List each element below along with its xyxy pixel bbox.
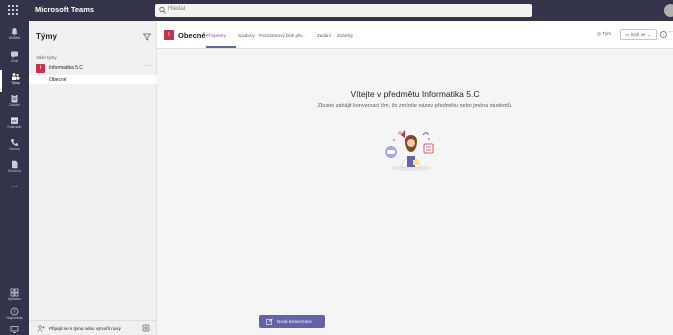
- welcome-subtitle: Zkuste zahájit konverzaci tím, že zmínít…: [317, 103, 513, 109]
- new-conversation-label: Nová konverzace: [277, 319, 312, 324]
- rail-label: Hovory: [8, 147, 21, 151]
- calendar-icon: [11, 117, 18, 124]
- rail-label: Soubory: [7, 169, 22, 173]
- compose-icon: [266, 318, 273, 325]
- search-placeholder: Hledat: [168, 6, 186, 12]
- rail-label: Aktivita: [8, 36, 21, 40]
- tab-files[interactable]: Soubory: [238, 33, 255, 38]
- rail-item-activity[interactable]: Aktivita: [0, 25, 29, 47]
- more-options-icon[interactable]: ···: [668, 29, 673, 35]
- rail-label: Nápověda: [6, 316, 23, 320]
- main-content: Vítejte v předmětu Informatika 5.C Zkust…: [157, 49, 673, 335]
- app-rail: Aktivita Chat Týmy Zadání Kalendář Hovor…: [0, 21, 29, 335]
- teams-icon: [12, 73, 20, 80]
- device-icon: [10, 326, 19, 333]
- welcome-title: Vítejte v předmětu Informatika 5.C: [350, 89, 480, 99]
- search-box[interactable]: Hledat: [155, 4, 532, 17]
- gear-icon[interactable]: [142, 324, 150, 332]
- channel-avatar: I: [164, 30, 174, 40]
- rail-item-device[interactable]: [0, 323, 29, 335]
- search-icon: [159, 6, 166, 14]
- app-title: Microsoft Teams: [35, 5, 95, 14]
- tab-posts[interactable]: Příspěvky: [206, 33, 226, 38]
- team-item[interactable]: I Informatika 5.C ···: [29, 63, 157, 74]
- app-launcher-icon[interactable]: [8, 5, 19, 16]
- rail-item-calls[interactable]: Hovory: [0, 136, 29, 158]
- rail-label: Aplikace: [7, 297, 22, 301]
- rail-item-teams[interactable]: Týmy: [0, 70, 29, 92]
- team-avatar: I: [36, 64, 45, 73]
- new-conversation-button[interactable]: Nová konverzace: [259, 315, 325, 328]
- top-bar: Microsoft Teams Hledat: [0, 0, 673, 21]
- filter-icon[interactable]: [143, 33, 151, 41]
- teams-pane: Týmy Vaše týmy I Informatika 5.C ··· Obe…: [29, 21, 157, 335]
- pane-title: Týmy: [36, 32, 57, 41]
- channel-name: Obecné: [49, 77, 67, 83]
- welcome-illustration: [385, 130, 434, 171]
- rail-item-files[interactable]: Soubory: [0, 158, 29, 180]
- more-icon: ...: [11, 182, 18, 189]
- join-team-icon: [37, 325, 45, 332]
- rail-label: Chat: [10, 59, 19, 63]
- channel-header: I Obecné Příspěvky Soubory Poznámkový bl…: [157, 21, 673, 49]
- tab-assignments[interactable]: Zadání: [317, 33, 331, 38]
- info-icon[interactable]: i: [660, 31, 667, 38]
- svg-text:?: ?: [13, 309, 16, 315]
- active-tab-indicator: [206, 46, 236, 48]
- help-icon: ?: [10, 307, 19, 316]
- phone-icon: [11, 139, 18, 146]
- meet-button-label: Sejít se: [630, 32, 646, 37]
- channel-item-general[interactable]: Obecné: [29, 75, 157, 84]
- rail-label: Týmy: [11, 81, 20, 85]
- files-icon: [12, 160, 18, 169]
- chevron-down-icon: ⌄: [645, 32, 651, 37]
- rail-item-chat[interactable]: Chat: [0, 48, 29, 70]
- team-button[interactable]: ◎ Tým: [597, 31, 611, 37]
- bell-icon: [11, 28, 18, 36]
- rail-item-calendar[interactable]: Kalendář: [0, 114, 29, 136]
- rail-item-assignments[interactable]: Zadání: [0, 92, 29, 114]
- tab-grades[interactable]: Známky: [337, 33, 353, 38]
- rail-label: Zadání: [9, 103, 20, 107]
- meet-button[interactable]: ▭ Sejít se ⌄: [620, 29, 657, 40]
- pane-footer: Připojit se k týmu nebo vytvořit nový: [29, 320, 157, 335]
- more-options-icon[interactable]: ···: [143, 63, 151, 69]
- team-button-label: Tým: [602, 31, 611, 36]
- rail-label: Kalendář: [7, 125, 22, 129]
- avatar[interactable]: [664, 4, 673, 17]
- apps-icon: [10, 288, 19, 297]
- join-team-link[interactable]: Připojit se k týmu nebo vytvořit nový: [49, 326, 121, 331]
- channel-title: Obecné: [178, 31, 206, 40]
- assignments-icon: [11, 94, 18, 103]
- tab-class-notebook[interactable]: Poznámkový blok pře...: [259, 33, 306, 38]
- section-label: Vaše týmy: [36, 55, 57, 60]
- rail-item-more[interactable]: ...: [0, 180, 29, 202]
- chat-icon: [11, 51, 18, 59]
- team-name: Informatika 5.C: [49, 65, 83, 71]
